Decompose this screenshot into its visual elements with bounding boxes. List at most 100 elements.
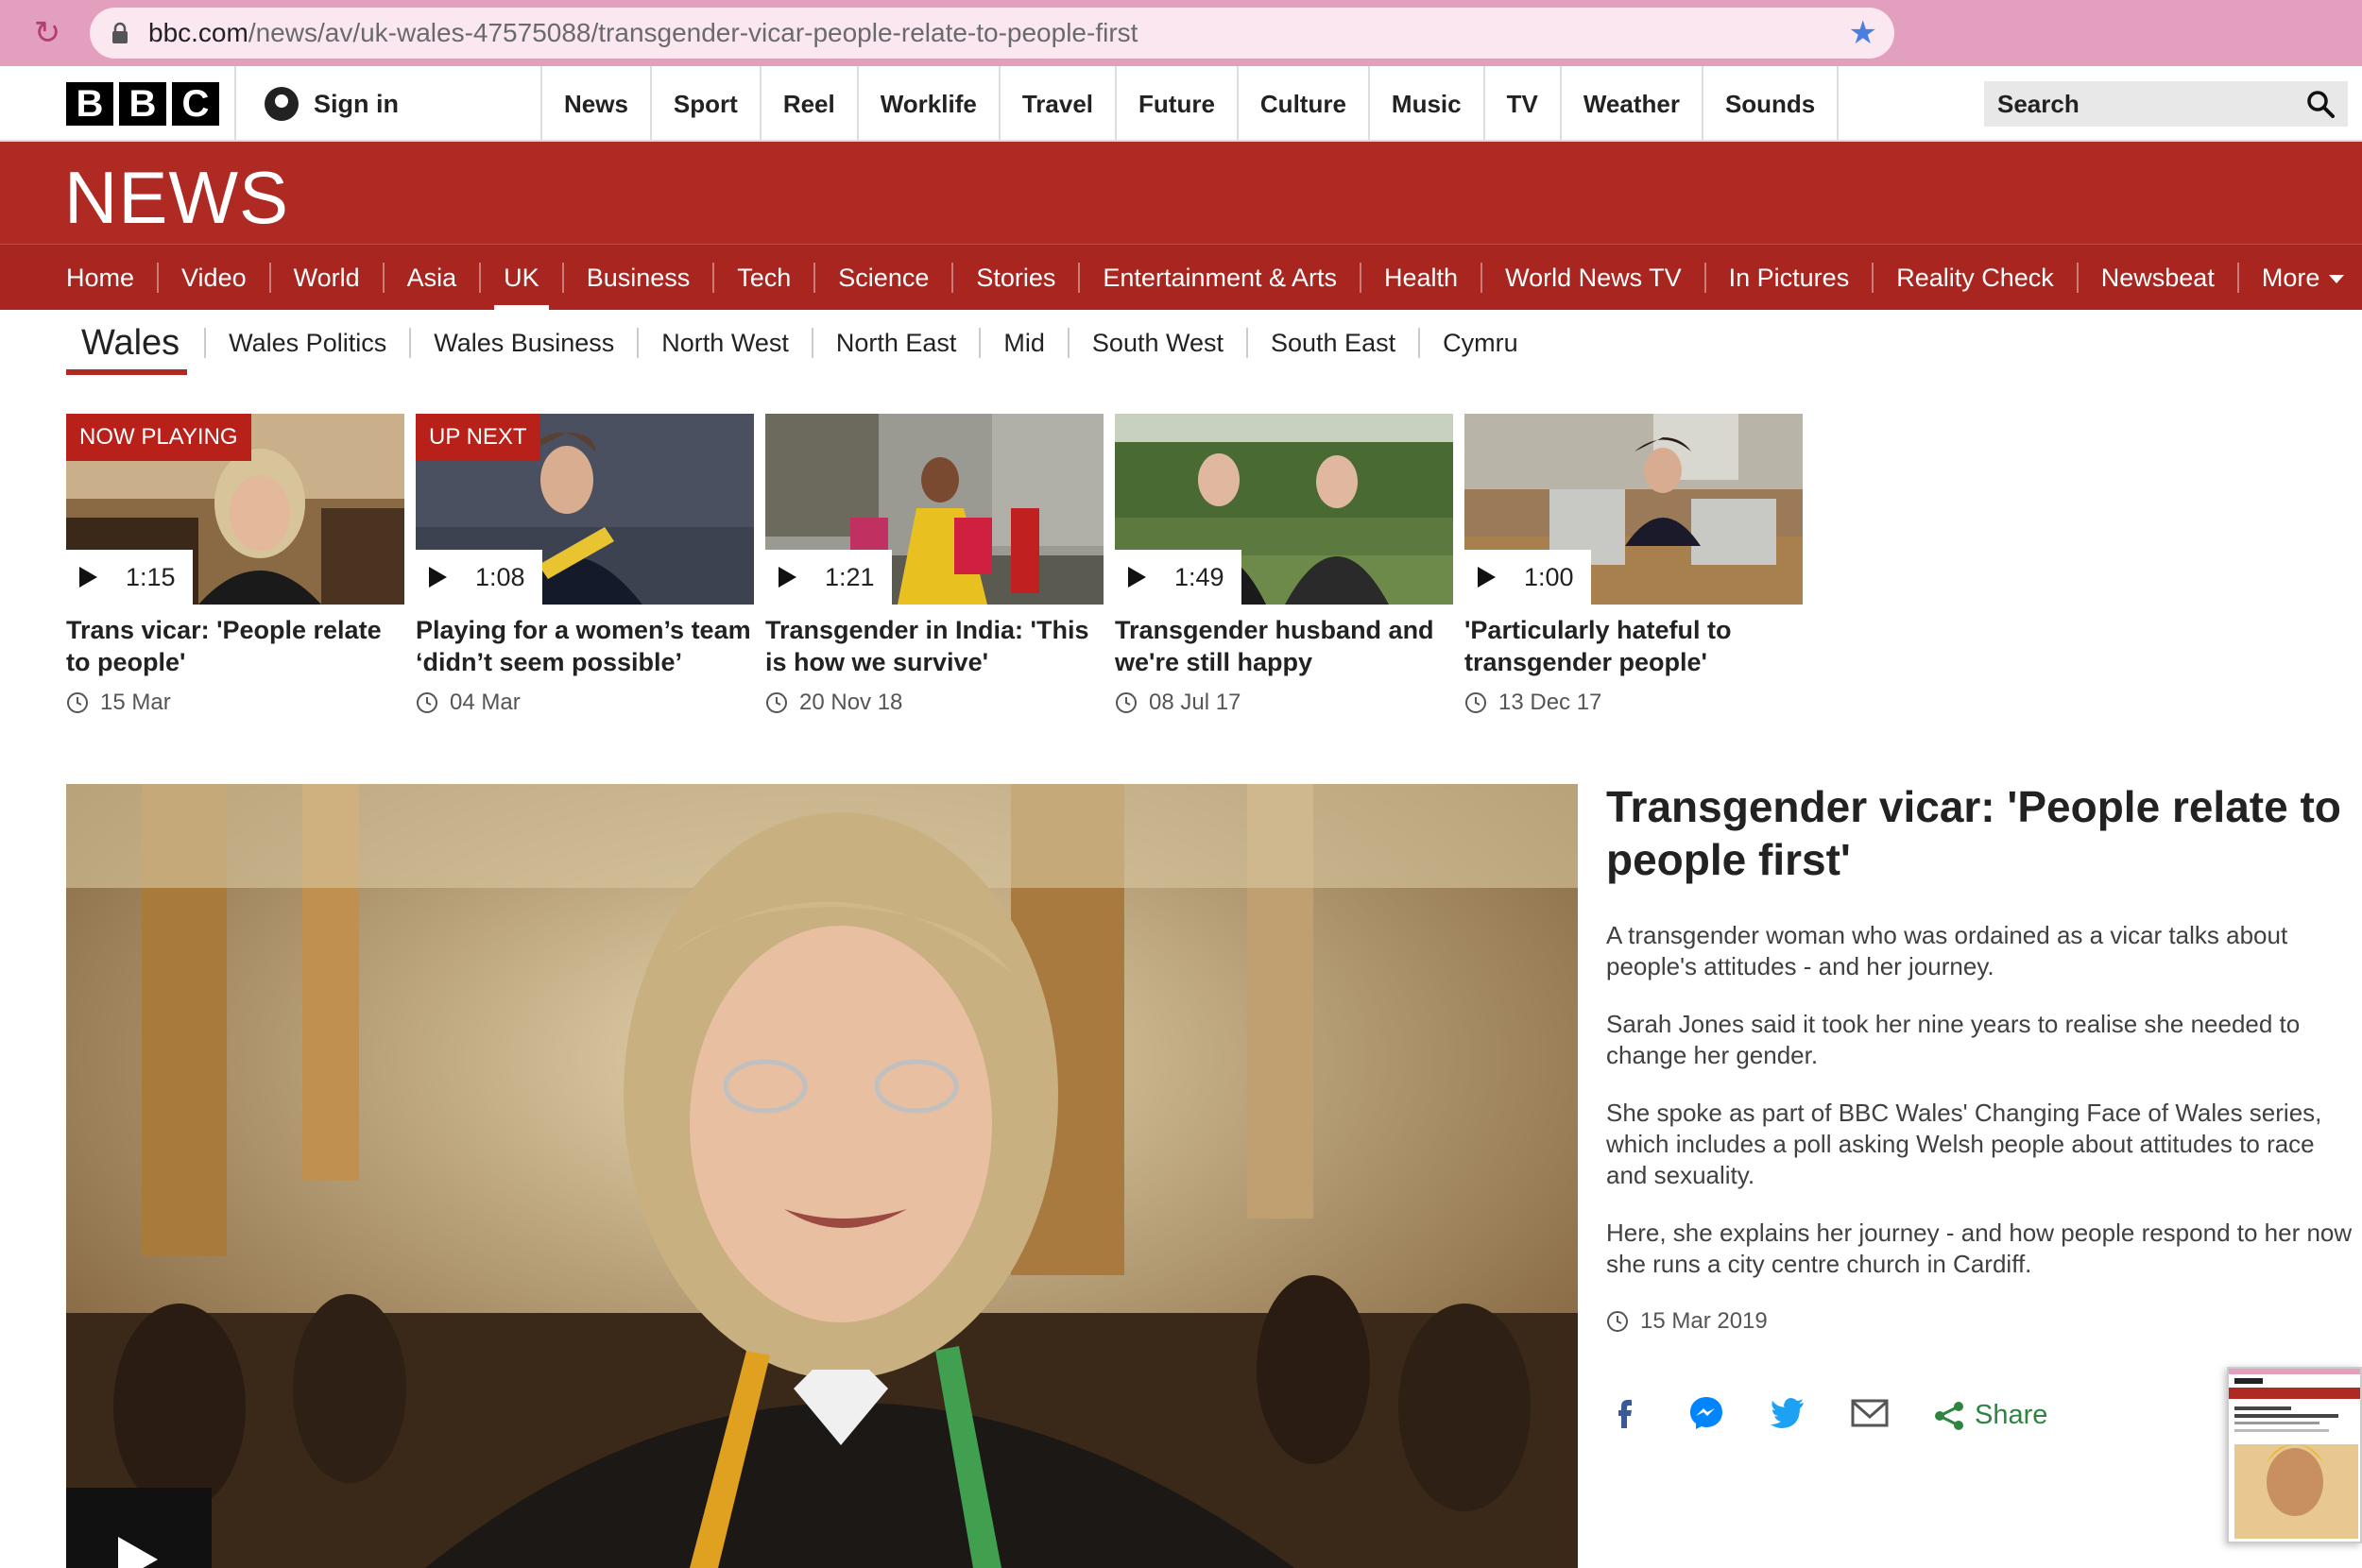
date-text: 13 Dec 17 [1498,690,1602,715]
video-date: 15 Mar [66,690,404,716]
gnav-link-sport[interactable]: Sport [652,66,762,142]
address-bar[interactable]: bbc.com/news/av/uk-wales-47575088/transg… [90,8,1894,59]
gnav-link-weather[interactable]: Weather [1562,66,1703,142]
gnav-link-reel[interactable]: Reel [762,66,859,142]
bbc-logo[interactable]: B B C [66,82,219,126]
sign-in-button[interactable]: Sign in [234,66,541,142]
video-card[interactable]: 1:00 'Particularly hateful to transgende… [1464,414,1803,716]
play-button[interactable] [66,1488,212,1568]
gnav-link-travel[interactable]: Travel [1001,66,1118,142]
gnav-link-future[interactable]: Future [1117,66,1239,142]
gnav-link-tv[interactable]: TV [1485,66,1562,142]
screenshot-preview-thumbnail[interactable] [2227,1367,2362,1543]
video-card[interactable]: UP NEXT 1:08 Playing for a women’s team … [416,414,754,716]
video-thumbnail[interactable]: NOW PLAYING 1:15 [66,414,404,605]
nav-item-tech[interactable]: Tech [714,263,816,293]
twitter-share-button[interactable] [1769,1394,1806,1437]
nav-item-more[interactable]: More [2239,263,2362,293]
duration-label: 1:08 [416,550,542,605]
subnav-south-west[interactable]: South West [1070,328,1248,358]
subnav-mid[interactable]: Mid [981,328,1070,358]
nav-item-business[interactable]: Business [564,263,715,293]
subnav-wales-business[interactable]: Wales Business [411,328,640,358]
bookmark-star-icon[interactable]: ★ [1849,15,1877,51]
video-thumbnail[interactable]: 1:49 [1115,414,1453,605]
duration-text: 1:08 [475,562,525,591]
date-text: 04 Mar [450,690,521,715]
video-thumbnail[interactable]: UP NEXT 1:08 [416,414,754,605]
subnav-north-east[interactable]: North East [813,328,982,358]
nav-item-in-pictures[interactable]: In Pictures [1706,263,1874,293]
video-date: 08 Jul 17 [1115,690,1453,716]
subnav-south-east[interactable]: South East [1248,328,1421,358]
duration-text: 1:49 [1174,562,1224,591]
video-thumbnail[interactable]: 1:00 [1464,414,1803,605]
nav-item-reality-check[interactable]: Reality Check [1874,263,2079,293]
article-headline: Transgender vicar: 'People relate to peo… [1606,782,2341,884]
nav-item-uk[interactable]: UK [481,263,564,311]
nav-item-newsbeat[interactable]: Newsbeat [2079,263,2239,293]
global-nav: B B C Sign in News Sport Reel Worklife T… [0,66,2362,142]
share-button[interactable]: Share [1933,1400,2047,1432]
nav-item-entertainment[interactable]: Entertainment & Arts [1080,263,1362,293]
reload-icon[interactable]: ↻ [28,14,66,52]
share-label: Share [1975,1400,2048,1430]
nav-item-stories[interactable]: Stories [953,263,1081,293]
subnav-wales-politics[interactable]: Wales Politics [206,328,412,358]
play-icon [1128,567,1146,588]
article-paragraph: She spoke as part of BBC Wales' Changing… [1606,1099,2322,1189]
gnav-link-music[interactable]: Music [1370,66,1485,142]
url-host: bbc.com [148,18,248,47]
video-title[interactable]: Transgender husband and we're still happ… [1115,614,1453,678]
nav-item-asia[interactable]: Asia [385,263,482,293]
nav-item-science[interactable]: Science [815,263,954,293]
article-paragraph: Here, she explains her journey - and how… [1606,1219,2353,1278]
messenger-share-button[interactable] [1687,1394,1725,1437]
search-input[interactable]: Search [1984,81,2348,127]
gnav-link-worklife[interactable]: Worklife [859,66,1001,142]
nav-item-video[interactable]: Video [159,263,271,293]
video-title[interactable]: 'Particularly hateful to transgender peo… [1464,614,1803,678]
video-title[interactable]: Transgender in India: 'This is how we su… [765,614,1104,678]
video-date: 20 Nov 18 [765,690,1104,716]
video-thumbnail[interactable]: 1:21 [765,414,1104,605]
nav-item-home[interactable]: Home [43,263,160,293]
search-label: Search [1997,90,2080,118]
facebook-share-button[interactable] [1606,1394,1644,1437]
news-logo[interactable]: NEWS [64,155,289,241]
play-icon [779,567,796,588]
nav-item-world-news-tv[interactable]: World News TV [1482,263,1706,293]
clock-icon [1607,1311,1628,1332]
nav-item-health[interactable]: Health [1361,263,1483,293]
subnav-cymru[interactable]: Cymru [1420,328,1541,358]
wales-sub-nav: Wales Wales Politics Wales Business Nort… [66,310,1541,376]
video-card[interactable]: 1:21 Transgender in India: 'This is how … [765,414,1104,716]
video-title[interactable]: Playing for a women’s team ‘didn’t seem … [416,614,754,678]
gnav-link-news[interactable]: News [542,66,652,142]
messenger-icon [1690,1397,1722,1429]
duration-label: 1:15 [66,550,193,605]
email-share-button[interactable] [1850,1394,1890,1437]
browser-toolbar: ↻ bbc.com/news/av/uk-wales-47575088/tran… [0,0,2362,66]
video-card[interactable]: NOW PLAYING 1:15 Trans vicar: 'People re… [66,414,404,716]
video-poster-image [66,784,1578,1568]
logo-letter: B [119,82,166,126]
date-text: 20 Nov 18 [799,690,903,715]
play-icon [429,567,447,588]
nav-item-world[interactable]: World [271,263,385,293]
up-next-badge: UP NEXT [416,414,540,461]
gnav-link-culture[interactable]: Culture [1239,66,1370,142]
video-carousel: NOW PLAYING 1:15 Trans vicar: 'People re… [66,414,1803,716]
video-title[interactable]: Trans vicar: 'People relate to people' [66,614,404,678]
subnav-wales[interactable]: Wales [66,325,207,375]
play-icon [1478,567,1496,588]
global-nav-links: News Sport Reel Worklife Travel Future C… [540,66,1840,142]
duration-label: 1:49 [1115,550,1241,605]
gnav-link-sounds[interactable]: Sounds [1703,66,1840,142]
subnav-north-west[interactable]: North West [639,328,813,358]
video-card[interactable]: 1:49 Transgender husband and we're still… [1115,414,1453,716]
main-video-player[interactable] [66,784,1578,1568]
article-paragraph: A transgender woman who was ordained as … [1606,921,2288,980]
search-icon[interactable] [2306,90,2335,118]
duration-label: 1:00 [1464,550,1591,605]
